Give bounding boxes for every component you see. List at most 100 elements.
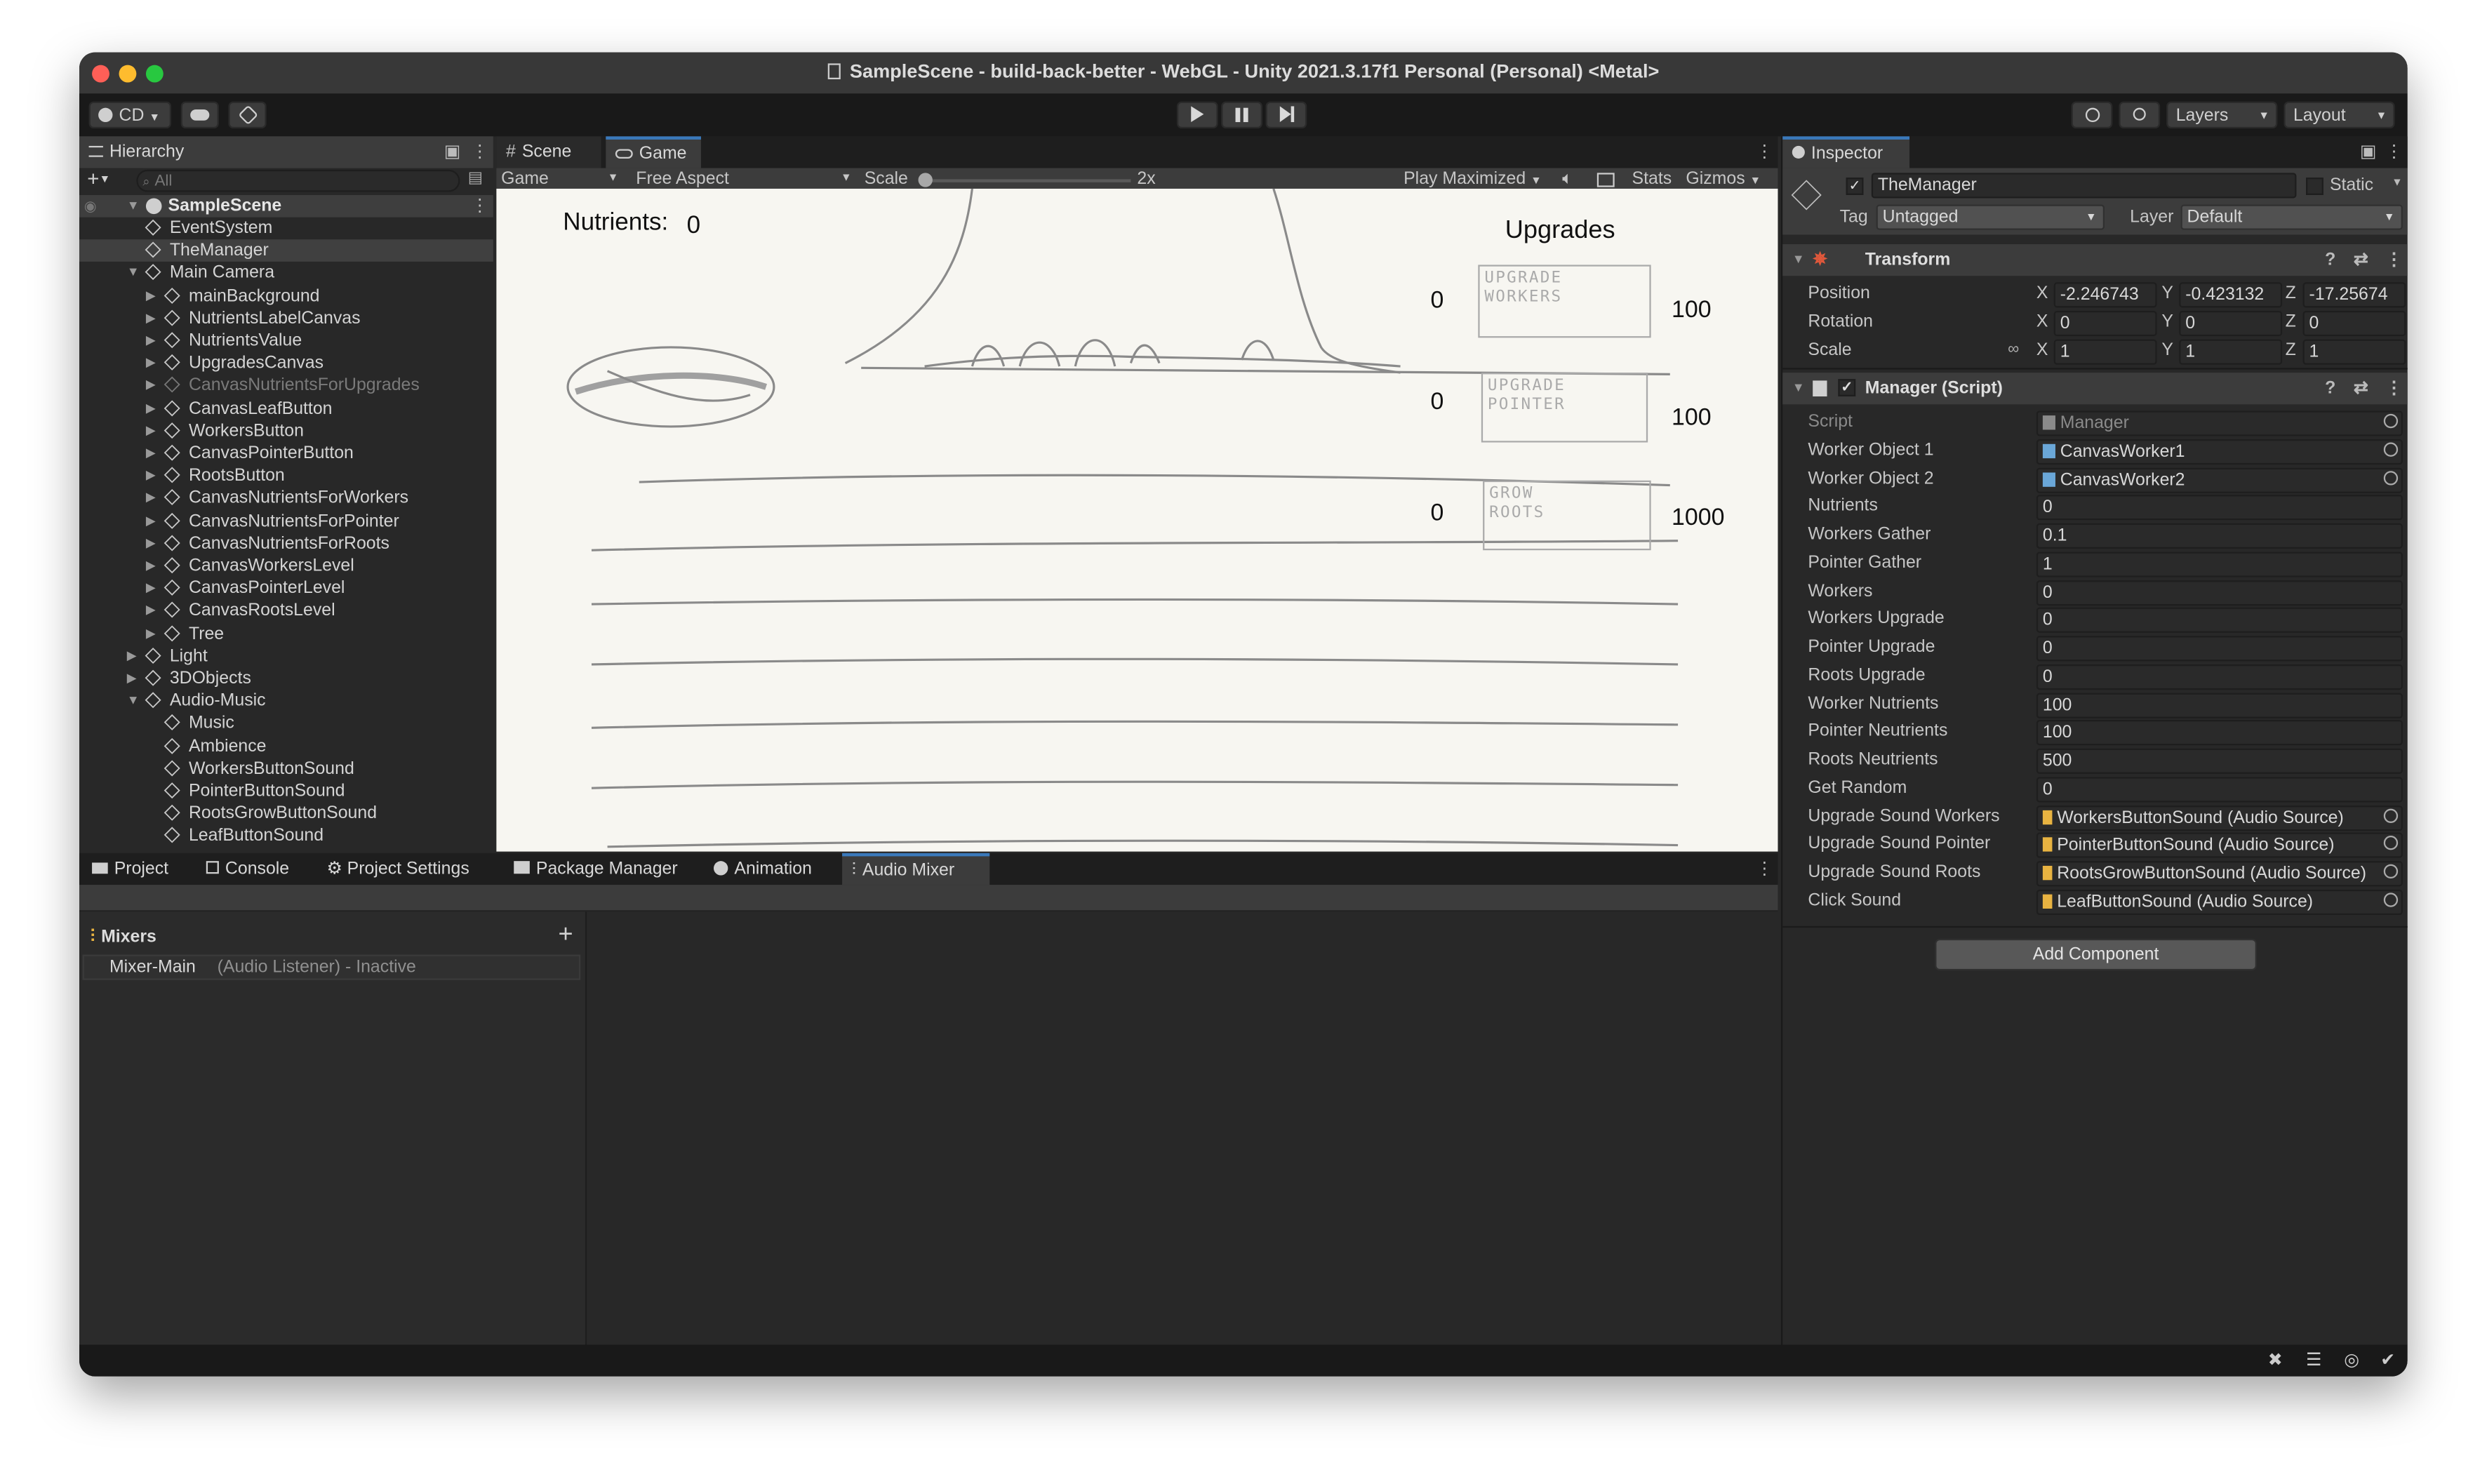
transform-z-input[interactable]: -17.25674 [2302, 282, 2406, 308]
hierarchy-item[interactable]: Ambience [79, 735, 493, 758]
chevron-right-icon[interactable]: ▶ [146, 397, 156, 420]
grow-roots-button[interactable]: GROW ROOTS [1483, 480, 1651, 551]
script-field-value[interactable]: 100 [2036, 692, 2403, 718]
hierarchy-item[interactable]: ▼ Main Camera [79, 262, 493, 285]
hierarchy-item[interactable]: ▶ Tree [79, 622, 493, 645]
chevron-down-icon[interactable]: ▼ [127, 262, 140, 285]
chevron-right-icon[interactable]: ▶ [146, 443, 156, 465]
script-enabled-checkbox[interactable]: ✓ [1838, 379, 1856, 396]
transform-y-input[interactable]: -0.423132 [2179, 282, 2283, 308]
tab-scene[interactable]: # Scene [496, 136, 601, 168]
aspect-dropdown[interactable]: Free Aspect ▼ [636, 170, 855, 189]
network-icon[interactable]: ◎ [2344, 1349, 2359, 1370]
hierarchy-item[interactable]: ▶ CanvasNutrientsForPointer [79, 510, 493, 533]
more-options-icon[interactable]: ⋮ [471, 195, 488, 218]
script-field-value[interactable]: 0 [2036, 608, 2403, 634]
chevron-down-icon[interactable]: ▼ [2392, 178, 2403, 189]
presets-icon[interactable]: ⇄ [2354, 373, 2368, 404]
more-options-icon[interactable]: ⋮ [1756, 141, 1773, 161]
chevron-right-icon[interactable]: ▶ [127, 667, 137, 690]
script-field-value[interactable]: 100 [2036, 720, 2403, 746]
mute-audio-icon[interactable]: 🔈︎ [1562, 170, 1573, 190]
more-options-icon[interactable]: ⋮ [2385, 244, 2403, 276]
cache-server-icon[interactable]: ☰ [2306, 1349, 2321, 1370]
chevron-right-icon[interactable]: ▶ [146, 307, 156, 330]
collab-button[interactable] [228, 101, 267, 129]
hierarchy-item[interactable]: ▶ CanvasLeafButton [79, 397, 493, 420]
script-field-value[interactable]: 500 [2036, 748, 2403, 774]
more-options-icon[interactable]: ⋮ [2385, 373, 2403, 404]
tab-project-settings[interactable]: ⚙ Project Settings [317, 853, 479, 885]
chevron-right-icon[interactable]: ▶ [146, 465, 156, 488]
script-field-value[interactable]: WorkersButtonSound (Audio Source) [2036, 804, 2403, 831]
object-picker-icon[interactable] [2383, 892, 2399, 907]
script-field-value[interactable]: RootsGrowButtonSound (Audio Source) [2036, 861, 2403, 887]
script-field-value[interactable]: CanvasWorker2 [2036, 467, 2403, 493]
gizmos-dropdown[interactable]: Gizmos ▼ [1686, 170, 1761, 189]
hierarchy-item[interactable]: EventSystem [79, 218, 493, 240]
display-dropdown[interactable]: Game ▼ [501, 170, 622, 189]
chevron-down-icon[interactable]: ▼ [127, 195, 140, 218]
upgrade-workers-button[interactable]: UPGRADE WORKERS [1478, 265, 1651, 338]
chevron-right-icon[interactable]: ▶ [146, 622, 156, 645]
chevron-right-icon[interactable]: ▶ [146, 352, 156, 375]
object-picker-icon[interactable] [2383, 470, 2399, 485]
tab-inspector[interactable]: Inspector [1782, 136, 1910, 168]
object-picker-icon[interactable] [2383, 808, 2399, 822]
lock-icon[interactable]: ▣ [444, 141, 461, 161]
layers-dropdown[interactable]: Layers ▼ [2166, 101, 2278, 129]
chevron-right-icon[interactable]: ▶ [146, 555, 156, 577]
object-picker-icon[interactable] [2383, 413, 2399, 429]
chevron-right-icon[interactable]: ▶ [146, 510, 156, 533]
hierarchy-item[interactable]: ▶ CanvasRootsLevel [79, 600, 493, 622]
hierarchy-search-input[interactable]: ⌕ All [136, 169, 460, 192]
hierarchy-item[interactable]: ▶ WorkersButton [79, 420, 493, 442]
chevron-right-icon[interactable]: ▶ [146, 488, 156, 510]
hierarchy-item[interactable]: ▶ CanvasWorkersLevel [79, 555, 493, 577]
active-checkbox[interactable]: ✓ [1846, 178, 1864, 195]
bug-icon[interactable]: ✖ [2268, 1349, 2283, 1370]
transform-header[interactable]: ▼ ✵ Transform ? ⇄ ⋮ [1782, 244, 2408, 276]
hierarchy-item[interactable]: Music [79, 713, 493, 735]
chevron-right-icon[interactable]: ▶ [146, 533, 156, 555]
script-field-value[interactable]: 0 [2036, 495, 2403, 521]
tab-game[interactable]: Game [606, 136, 701, 168]
script-field-value[interactable]: 0 [2036, 664, 2403, 690]
script-field-value[interactable]: 0 [2036, 636, 2403, 662]
scale-slider-handle[interactable] [918, 173, 933, 187]
tab-hierarchy[interactable]: Hierarchy [79, 136, 194, 168]
script-field-value[interactable]: 0 [2036, 776, 2403, 802]
help-icon[interactable]: ? [2325, 373, 2335, 404]
add-mixer-icon[interactable]: + [559, 921, 573, 950]
hierarchy-item[interactable]: ▶ 3DObjects [79, 667, 493, 690]
transform-y-input[interactable]: 1 [2179, 338, 2283, 364]
tab-project[interactable]: Project [83, 853, 178, 885]
tab-package-manager[interactable]: Package Manager [505, 853, 688, 885]
hierarchy-item[interactable]: ▶ NutrientsLabelCanvas [79, 307, 493, 330]
tag-dropdown[interactable]: Untagged ▼ [1876, 204, 2105, 230]
step-button[interactable] [1265, 101, 1307, 129]
filter-icon[interactable]: ▤ [468, 170, 483, 187]
transform-z-input[interactable]: 0 [2302, 310, 2406, 336]
progress-check-icon[interactable]: ✔ [2380, 1349, 2395, 1370]
manager-script-header[interactable]: ▼ ✓ Manager (Script) ? ⇄ ⋮ [1782, 373, 2408, 405]
hierarchy-item[interactable]: TheManager [79, 239, 493, 262]
script-field-value[interactable]: 0 [2036, 580, 2403, 606]
hierarchy-item[interactable]: ▼ Audio-Music [79, 690, 493, 713]
hierarchy-item[interactable]: ▶ mainBackground [79, 285, 493, 307]
chevron-right-icon[interactable]: ▶ [146, 420, 156, 442]
play-maximized-dropdown[interactable]: Play Maximized ▼ [1403, 170, 1542, 189]
hierarchy-item[interactable]: RootsGrowButtonSound [79, 803, 493, 825]
more-options-icon[interactable]: ⋮ [1756, 858, 1773, 878]
script-field-value[interactable]: CanvasWorker1 [2036, 439, 2403, 464]
chevron-right-icon[interactable]: ▶ [146, 375, 156, 397]
stats-button[interactable]: Stats [1632, 170, 1672, 189]
scale-slider-track[interactable] [924, 179, 1131, 182]
search-button[interactable] [2119, 101, 2161, 129]
account-dropdown[interactable]: CD ▼ [88, 101, 172, 129]
tab-animation[interactable]: Animation [704, 853, 821, 885]
undo-history-button[interactable] [2071, 101, 2113, 129]
mixer-list-item[interactable]: Mixer-Main (Audio Listener) - Inactive [82, 954, 581, 980]
cloud-button[interactable] [180, 101, 219, 129]
tab-console[interactable]: Console [196, 853, 298, 885]
